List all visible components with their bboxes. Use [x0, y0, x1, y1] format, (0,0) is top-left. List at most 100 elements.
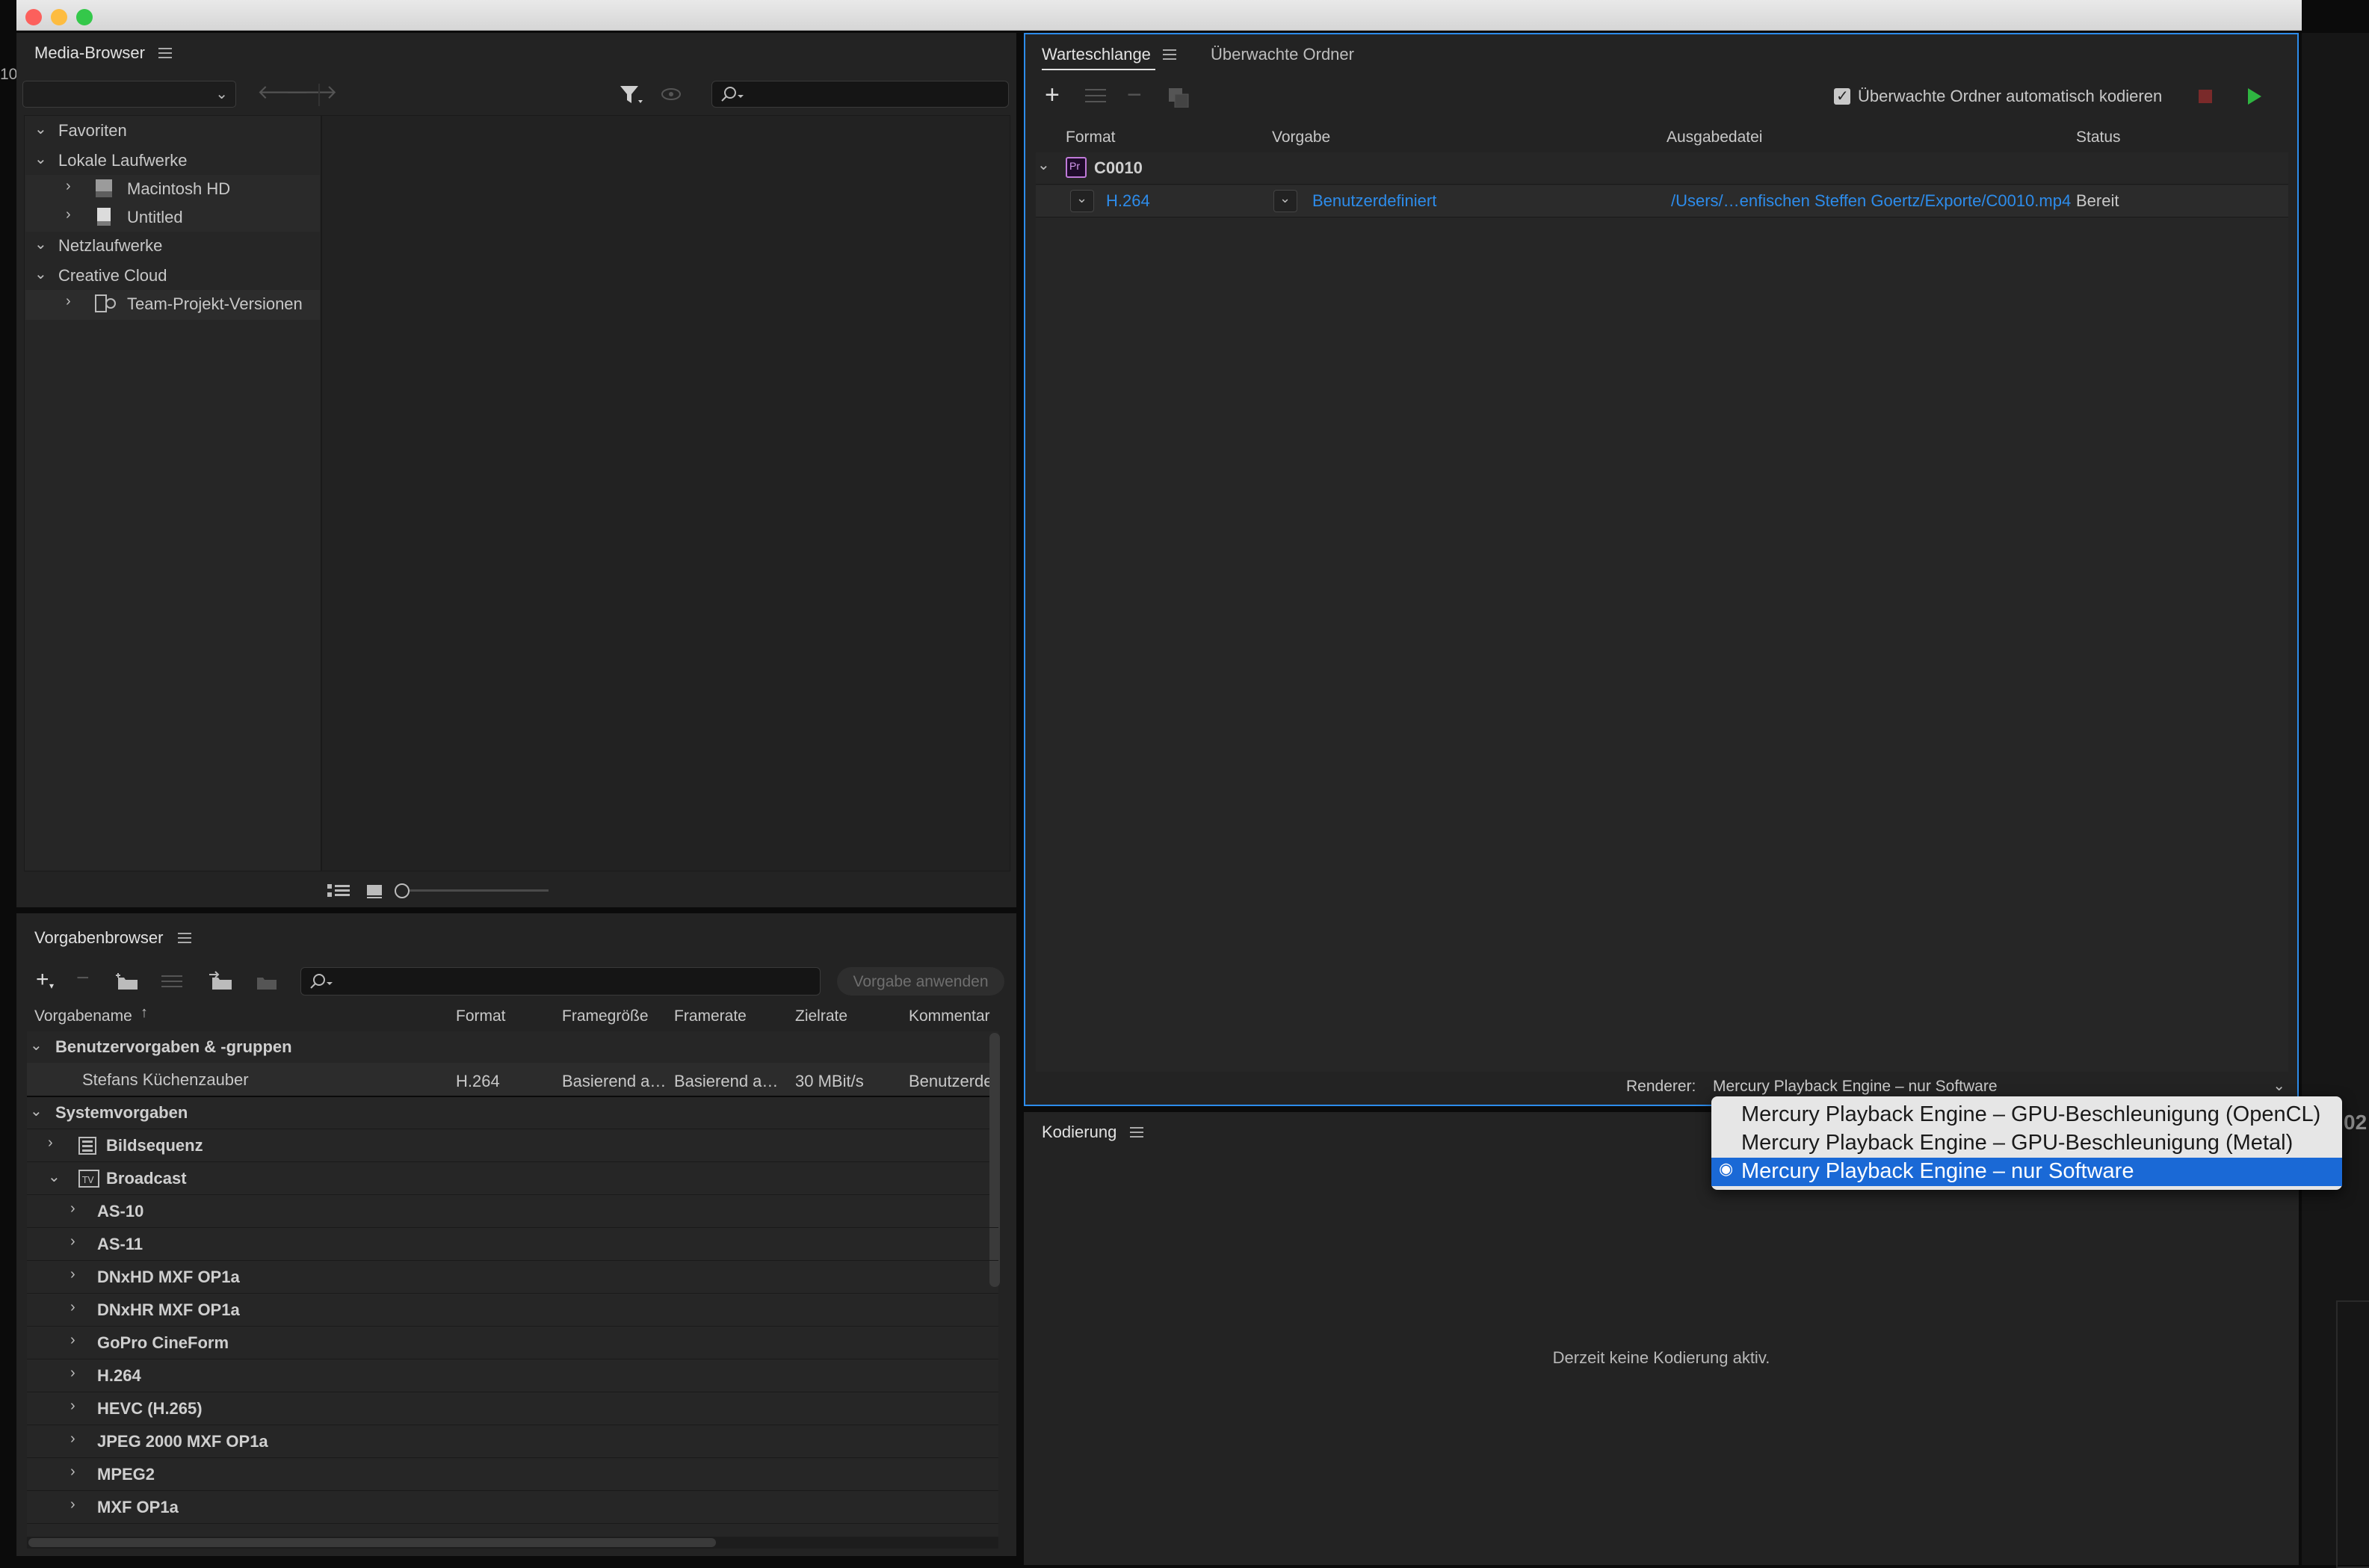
- group-benutzervorgaben[interactable]: Benutzervorgaben & -gruppen: [55, 1037, 292, 1057]
- queue-item-format[interactable]: H.264: [1106, 191, 1150, 211]
- forward-arrow-icon[interactable]: 🡒: [285, 81, 338, 104]
- add-source-icon[interactable]: +: [1045, 81, 1060, 110]
- tree-favoriten[interactable]: Favoriten: [58, 121, 127, 141]
- renderer-option-metal[interactable]: Mercury Playback Engine – GPU-Beschleuni…: [1711, 1129, 2342, 1158]
- zoom-slider-track[interactable]: [399, 889, 549, 892]
- drive-icon: [97, 208, 111, 226]
- chevron-right-icon[interactable]: ›: [70, 1233, 75, 1250]
- panel-menu-icon[interactable]: [1130, 1127, 1143, 1138]
- chevron-right-icon[interactable]: ›: [70, 1200, 75, 1217]
- icon-view-icon[interactable]: [365, 882, 384, 900]
- remove-source-icon[interactable]: −: [1127, 81, 1142, 110]
- import-preset-icon[interactable]: [208, 970, 235, 991]
- panel-menu-icon[interactable]: [1163, 49, 1176, 60]
- panel-menu-icon[interactable]: [178, 933, 191, 943]
- chevron-down-icon[interactable]: ⌄: [30, 1102, 43, 1120]
- renderer-option-opencl[interactable]: Mercury Playback Engine – GPU-Beschleuni…: [1711, 1101, 2342, 1129]
- broadcast-item[interactable]: MPEG2: [97, 1465, 155, 1484]
- broadcast-item[interactable]: AS-11: [97, 1235, 143, 1254]
- tree-team-projekt-versionen[interactable]: Team-Projekt-Versionen: [127, 294, 303, 314]
- close-window-button[interactable]: [25, 9, 42, 25]
- export-preset-icon[interactable]: [254, 970, 281, 991]
- chevron-right-icon[interactable]: ›: [70, 1266, 75, 1283]
- new-group-icon[interactable]: [115, 972, 140, 991]
- location-dropdown[interactable]: ⌄: [22, 81, 236, 108]
- chevron-right-icon[interactable]: ›: [70, 1496, 75, 1513]
- chevron-down-icon[interactable]: ⌄: [34, 149, 47, 168]
- group-systemvorgaben[interactable]: Systemvorgaben: [55, 1103, 188, 1123]
- column-header-bitrate[interactable]: Zielrate: [795, 1007, 847, 1025]
- chevron-right-icon[interactable]: ›: [66, 206, 71, 223]
- zoom-slider-handle[interactable]: [395, 883, 410, 898]
- horizontal-scrollbar[interactable]: [28, 1538, 716, 1547]
- add-preset-icon[interactable]: +: [36, 967, 49, 993]
- chevron-right-icon[interactable]: ›: [70, 1398, 75, 1415]
- stop-icon[interactable]: [2199, 90, 2212, 103]
- column-header-output[interactable]: Ausgabedatei: [1667, 129, 1762, 146]
- category-bildsequenz[interactable]: Bildsequenz: [106, 1136, 203, 1155]
- chevron-down-icon[interactable]: ⌄: [34, 120, 47, 138]
- chevron-down-icon[interactable]: ⌄: [34, 265, 47, 283]
- tree-creative-cloud[interactable]: Creative Cloud: [58, 266, 167, 285]
- column-header-format[interactable]: Format: [456, 1007, 506, 1025]
- broadcast-item[interactable]: H.264: [97, 1366, 141, 1386]
- chevron-right-icon[interactable]: ›: [70, 1430, 75, 1448]
- tab-warteschlange[interactable]: Warteschlange: [1042, 45, 1151, 64]
- chevron-right-icon[interactable]: ›: [70, 1463, 75, 1481]
- auto-encode-label[interactable]: Überwachte Ordner automatisch kodieren: [1858, 87, 2162, 106]
- chevron-right-icon[interactable]: ›: [66, 293, 71, 310]
- filter-icon[interactable]: [619, 84, 644, 106]
- renderer-option-software[interactable]: ◉ Mercury Playback Engine – nur Software: [1711, 1158, 2342, 1186]
- auto-encode-checkbox[interactable]: ✓: [1834, 88, 1850, 105]
- remove-preset-icon[interactable]: −: [76, 966, 90, 991]
- column-header-comment[interactable]: Kommentar: [909, 1007, 990, 1025]
- column-header-format[interactable]: Format: [1066, 129, 1116, 146]
- zoom-window-button[interactable]: [76, 9, 93, 25]
- chevron-right-icon[interactable]: ›: [70, 1365, 75, 1382]
- broadcast-item[interactable]: GoPro CineForm: [97, 1333, 229, 1353]
- preset-search-input[interactable]: [300, 967, 821, 996]
- chevron-down-icon[interactable]: ⌄: [48, 1167, 61, 1186]
- media-search-input[interactable]: [711, 81, 1009, 108]
- chevron-right-icon[interactable]: ›: [48, 1135, 53, 1152]
- play-icon[interactable]: [2248, 88, 2261, 105]
- column-header-framerate[interactable]: Framerate: [674, 1007, 747, 1025]
- broadcast-item[interactable]: MXF OP1a: [97, 1498, 179, 1517]
- chevron-down-icon[interactable]: ⌄: [34, 235, 47, 253]
- format-dropdown[interactable]: ⌄: [1070, 190, 1094, 212]
- chevron-down-icon[interactable]: ⌄: [30, 1036, 43, 1055]
- tree-macintosh-hd[interactable]: Macintosh HD: [127, 179, 230, 199]
- broadcast-item[interactable]: AS-10: [97, 1202, 143, 1221]
- queue-group-name[interactable]: C0010: [1094, 158, 1143, 178]
- queue-item-preset[interactable]: Benutzerdefiniert: [1312, 191, 1436, 211]
- panel-menu-icon[interactable]: [158, 48, 172, 58]
- column-header-status[interactable]: Status: [2076, 129, 2121, 146]
- preset-dropdown[interactable]: ⌄: [1273, 190, 1297, 212]
- broadcast-item[interactable]: DNxHR MXF OP1a: [97, 1300, 240, 1320]
- tree-lokale-laufwerke[interactable]: Lokale Laufwerke: [58, 151, 187, 170]
- duplicate-icon[interactable]: [1167, 87, 1191, 108]
- queue-item-output[interactable]: /Users/…enfischen Steffen Goertz/Exporte…: [1671, 191, 2071, 211]
- eye-icon[interactable]: [661, 85, 685, 105]
- column-header-framesize[interactable]: Framegröße: [562, 1007, 649, 1025]
- column-header-name[interactable]: Vorgabename: [34, 1007, 132, 1025]
- tree-netzlaufwerke[interactable]: Netzlaufwerke: [58, 236, 162, 256]
- vertical-scrollbar[interactable]: [989, 1033, 1000, 1287]
- tab-ueberwachte-ordner[interactable]: Überwachte Ordner: [1211, 45, 1354, 64]
- broadcast-item[interactable]: JPEG 2000 MXF OP1a: [97, 1432, 268, 1451]
- tree-untitled[interactable]: Untitled: [127, 208, 183, 227]
- broadcast-item[interactable]: HEVC (H.265): [97, 1399, 203, 1419]
- preset-settings-icon[interactable]: [160, 972, 184, 991]
- chevron-right-icon[interactable]: ›: [70, 1299, 75, 1316]
- category-broadcast[interactable]: Broadcast: [106, 1169, 187, 1188]
- column-header-preset[interactable]: Vorgabe: [1272, 129, 1330, 146]
- apply-preset-button[interactable]: Vorgabe anwenden: [837, 967, 1004, 996]
- premiere-file-icon: Pr: [1066, 157, 1087, 178]
- chevron-down-icon[interactable]: ⌄: [1037, 155, 1050, 174]
- chevron-right-icon[interactable]: ›: [70, 1332, 75, 1349]
- list-view-icon[interactable]: [326, 882, 351, 900]
- chevron-right-icon[interactable]: ›: [66, 178, 71, 195]
- broadcast-item[interactable]: DNxHD MXF OP1a: [97, 1268, 240, 1287]
- queue-settings-icon[interactable]: [1084, 85, 1109, 106]
- minimize-window-button[interactable]: [51, 9, 67, 25]
